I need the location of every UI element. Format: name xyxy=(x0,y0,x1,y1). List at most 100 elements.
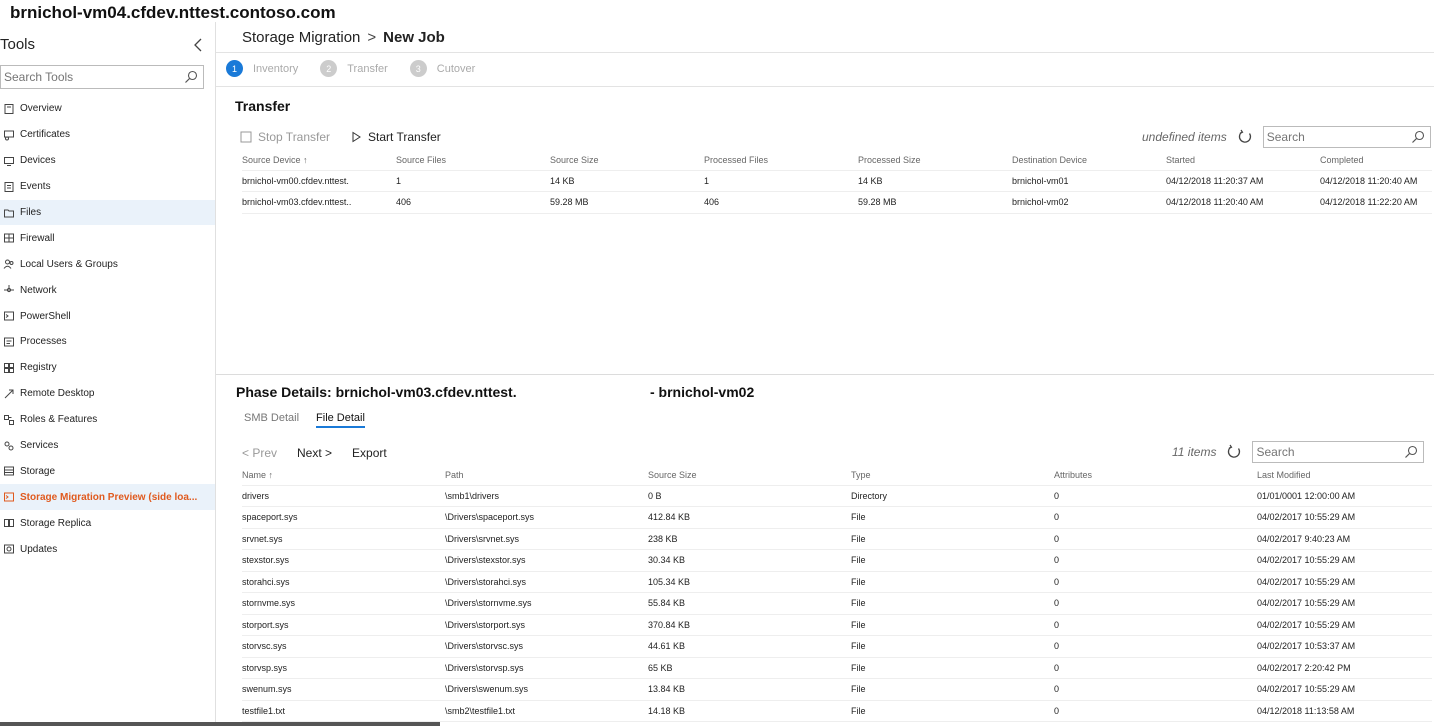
sidebar-item-label: Events xyxy=(20,181,51,193)
sidebar-item-powershell[interactable]: PowerShell xyxy=(0,303,215,329)
column-header[interactable]: Name ↑ xyxy=(242,465,445,485)
sidebar-item-events[interactable]: Events xyxy=(0,174,215,200)
column-header[interactable]: Source Device ↑ xyxy=(242,150,396,170)
sidebar-item-files[interactable]: Files xyxy=(0,199,215,226)
breadcrumb-parent[interactable]: Storage Migration xyxy=(242,29,360,46)
column-header[interactable]: Type xyxy=(851,465,1054,485)
file-search-input[interactable] xyxy=(1253,442,1394,462)
sidebar-item-updates[interactable]: Updates xyxy=(0,536,215,562)
column-header[interactable]: Processed Files xyxy=(704,150,858,170)
sidebar-item-processes[interactable]: Processes xyxy=(0,329,215,355)
transfer-item-count: undefined items xyxy=(1142,130,1227,144)
tools-search-box[interactable] xyxy=(0,65,204,89)
table-cell: 59.28 MB xyxy=(858,191,1012,214)
transfer-row[interactable]: brnichol-vm03.cfdev.nttest.. 406 59.28 MB 4… xyxy=(242,191,1432,214)
table-cell: 04/12/2018 11:20:40 AM xyxy=(1320,169,1432,192)
transfer-section-title: Transfer xyxy=(235,98,291,114)
column-header[interactable]: Source Size xyxy=(550,150,704,170)
sidebar-item-certificates[interactable]: Certificates xyxy=(0,122,215,148)
column-header[interactable]: Source Size xyxy=(648,465,851,485)
overview-icon xyxy=(4,103,14,114)
column-header[interactable]: Last Modified xyxy=(1257,465,1432,485)
transfer-search-box[interactable] xyxy=(1262,126,1431,148)
step-cutover[interactable]: 3 Cutover xyxy=(409,60,476,77)
sidebar-item-roles-features[interactable]: Roles & Features xyxy=(0,407,215,433)
sidebar-item-services[interactable]: Services xyxy=(0,433,215,459)
tab-file-detail[interactable]: File Detail xyxy=(316,412,365,428)
step-transfer[interactable]: 2 Transfer xyxy=(320,60,388,77)
start-transfer-button[interactable]: Start Transfer xyxy=(350,130,441,144)
transfer-table-tools: undefined items xyxy=(1142,126,1431,148)
transfer-toolbar: Stop Transfer Start Transfer xyxy=(240,130,461,144)
sidebar-item-storage[interactable]: Storage xyxy=(0,458,215,484)
table-cell: 105.34 KB xyxy=(648,570,851,593)
table-cell: Directory xyxy=(851,484,1054,507)
tools-search-input[interactable] xyxy=(1,66,171,88)
file-row[interactable]: srvnet.sys \Drivers\srvnet.sys 238 KB File 0… xyxy=(242,527,1432,550)
table-cell: drivers xyxy=(242,484,445,507)
sidebar-item-firewall[interactable]: Firewall xyxy=(0,225,215,251)
sidebar-item-remote-desktop[interactable]: Remote Desktop xyxy=(0,381,215,407)
file-row[interactable]: testfile1.txt \smb2\testfile1.txt 14.18 KB… xyxy=(242,699,1432,722)
table-cell: 14 KB xyxy=(550,169,704,192)
window-title: brnichol-vm04.cfdev.nttest.contoso.com xyxy=(10,3,336,22)
table-cell: storahci.sys xyxy=(242,570,445,593)
table-cell: File xyxy=(851,527,1054,550)
sidebar-item-devices[interactable]: Devices xyxy=(0,148,215,174)
table-cell: 04/02/2017 9:40:23 AM xyxy=(1257,527,1432,550)
sidebar-item-label: Storage xyxy=(20,465,56,477)
file-row[interactable]: stexstor.sys \Drivers\stexstor.sys 30.34 K… xyxy=(242,549,1432,571)
sidebar-item-overview[interactable]: Overview xyxy=(0,96,215,122)
file-row[interactable]: stornvme.sys \Drivers\stornvme.sys 55.84 K… xyxy=(242,592,1432,614)
export-button[interactable]: Export xyxy=(352,446,387,460)
refresh-icon[interactable] xyxy=(1226,444,1242,460)
sidebar-item-label: Network xyxy=(20,284,57,296)
breadcrumb-separator: > xyxy=(367,29,377,46)
file-pager: < Prev Next > Export xyxy=(242,446,407,460)
wizard-stepper: 1 Inventory 2 Transfer 3 Cutover xyxy=(226,60,497,77)
column-header[interactable]: Completed xyxy=(1320,150,1432,170)
horizontal-scrollbar[interactable] xyxy=(0,722,440,726)
sidebar-item-storage-replica[interactable]: Storage Replica xyxy=(0,510,215,536)
sidebar-item-registry[interactable]: Registry xyxy=(0,355,215,381)
sidebar-item-local-users-groups[interactable]: Local Users & Groups xyxy=(0,251,215,277)
tab-smb-detail[interactable]: SMB Detail xyxy=(244,412,299,428)
step-inventory[interactable]: 1 Inventory xyxy=(226,60,298,77)
column-header[interactable]: Attributes xyxy=(1054,465,1257,485)
stop-transfer-button[interactable]: Stop Transfer xyxy=(240,130,330,144)
table-cell: 04/02/2017 10:55:29 AM xyxy=(1257,678,1432,700)
table-cell: \Drivers\stornvme.sys xyxy=(445,592,648,614)
column-header[interactable]: Destination Device xyxy=(1012,150,1166,170)
phase-details-destination: - brnichol-vm02 xyxy=(650,384,755,400)
file-row[interactable]: spaceport.sys \Drivers\spaceport.sys 412.8… xyxy=(242,506,1432,528)
column-header[interactable]: Source Files xyxy=(396,150,550,170)
file-detail-table: Name ↑ Path Source Size Type Attributes Last … xyxy=(242,465,1432,722)
column-header[interactable]: Path xyxy=(445,465,648,485)
sidebar-item-storage-migration-preview-side-loa[interactable]: Storage Migration Preview (side loa... xyxy=(0,484,215,511)
file-row[interactable]: storport.sys \Drivers\storport.sys 370.84 … xyxy=(242,613,1432,636)
file-row[interactable]: swenum.sys \Drivers\swenum.sys 13.84 KB Fil… xyxy=(242,678,1432,700)
table-cell: 370.84 KB xyxy=(648,613,851,636)
prev-page-button[interactable]: < Prev xyxy=(242,446,277,460)
sidebar-item-network[interactable]: Network xyxy=(0,277,215,303)
transfer-search-input[interactable] xyxy=(1263,127,1404,147)
file-row[interactable]: storahci.sys \Drivers\storahci.sys 105.34 … xyxy=(242,570,1432,593)
refresh-icon[interactable] xyxy=(1237,129,1253,145)
file-row[interactable]: storvsc.sys \Drivers\storvsc.sys 44.61 KB F… xyxy=(242,635,1432,657)
table-cell: storport.sys xyxy=(242,613,445,636)
column-header[interactable]: Processed Size xyxy=(858,150,1012,170)
table-cell: File xyxy=(851,549,1054,571)
collapse-sidebar-button[interactable] xyxy=(190,34,208,56)
file-row[interactable]: drivers \smb1\drivers 0 B Directory 0 01/01/0… xyxy=(242,484,1432,507)
step-label: Transfer xyxy=(347,62,388,75)
sidebar-item-label: Services xyxy=(20,440,59,452)
file-row[interactable]: storvsp.sys \Drivers\storvsp.sys 65 KB File… xyxy=(242,656,1432,679)
transfer-row[interactable]: brnichol-vm00.cfdev.nttest. 1 14 KB 1 14 KB b… xyxy=(242,169,1432,192)
table-cell: spaceport.sys xyxy=(242,506,445,528)
file-search-box[interactable] xyxy=(1252,441,1425,463)
next-page-button[interactable]: Next > xyxy=(297,446,332,460)
step-label: Cutover xyxy=(436,62,476,75)
table-cell: 44.61 KB xyxy=(648,635,851,657)
column-header[interactable]: Started xyxy=(1166,150,1320,170)
sidebar-item-label: Roles & Features xyxy=(20,414,98,426)
